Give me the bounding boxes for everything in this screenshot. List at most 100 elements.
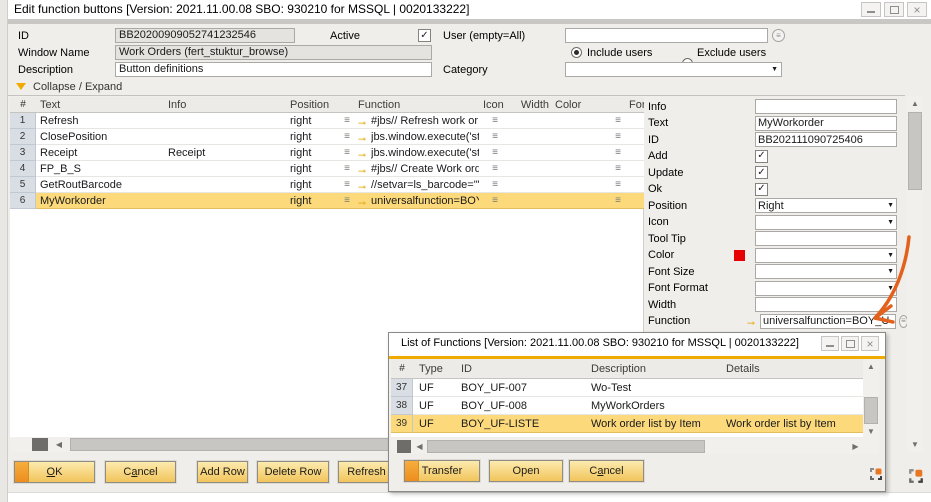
- cell-width[interactable]: [511, 129, 552, 145]
- minimize-button[interactable]: [861, 2, 881, 17]
- cell-text[interactable]: Receipt: [36, 145, 164, 161]
- color-dropdown[interactable]: ▼: [755, 248, 897, 263]
- link-arrow-icon[interactable]: →: [356, 195, 368, 207]
- cell-info[interactable]: [164, 129, 286, 145]
- color-swatch[interactable]: [734, 250, 745, 261]
- cell-color[interactable]: ≡: [552, 129, 627, 145]
- row-number[interactable]: 38: [391, 397, 413, 415]
- add-checkbox[interactable]: ✓: [755, 150, 768, 163]
- cell-info[interactable]: [164, 193, 286, 209]
- category-dropdown[interactable]: ▼: [565, 62, 782, 77]
- refresh-button[interactable]: Refresh: [338, 461, 395, 483]
- cell-position[interactable]: right≡: [286, 145, 354, 161]
- active-checkbox[interactable]: ✓: [418, 29, 431, 42]
- cell-color[interactable]: ≡: [552, 113, 627, 129]
- cell-function[interactable]: →#jbs// Create Work ord: [354, 161, 479, 177]
- update-checkbox[interactable]: ✓: [755, 166, 768, 179]
- grid-header-num[interactable]: #: [10, 97, 36, 112]
- popup-header-description[interactable]: Description: [589, 359, 724, 378]
- row-number[interactable]: 6: [10, 193, 36, 209]
- cell-details[interactable]: [724, 397, 863, 415]
- popup-row-39-selected[interactable]: 39 UF BOY_UF-LISTE Work order list by It…: [391, 415, 863, 433]
- popup-h-scrollbar[interactable]: ◀ ▶: [391, 439, 879, 454]
- popup-row-37[interactable]: 37 UF BOY_UF-007 Wo-Test: [391, 379, 863, 397]
- grid-header-text[interactable]: Text: [36, 97, 164, 112]
- cell-icon[interactable]: ≡: [479, 161, 511, 177]
- cell-id[interactable]: BOY_UF-007: [459, 379, 589, 397]
- panel-info-input[interactable]: [755, 99, 897, 114]
- popup-row-38[interactable]: 38 UF BOY_UF-008 MyWorkOrders: [391, 397, 863, 415]
- popup-minimize-button[interactable]: [821, 336, 839, 351]
- cell-text[interactable]: GetRoutBarcode: [36, 177, 164, 193]
- row-number[interactable]: 2: [10, 129, 36, 145]
- cell-color[interactable]: ≡: [552, 145, 627, 161]
- scroll-right-icon[interactable]: ▶: [849, 439, 862, 454]
- v-scrollbar-thumb[interactable]: [908, 112, 922, 190]
- cell-width[interactable]: [511, 145, 552, 161]
- grid-row-6-selected[interactable]: 6 MyWorkorder right≡ →universalfunction=…: [10, 193, 644, 209]
- link-arrow-icon[interactable]: →: [356, 147, 368, 159]
- row-number[interactable]: 37: [391, 379, 413, 397]
- delete-row-button[interactable]: Delete Row: [257, 461, 329, 483]
- scroll-up-icon[interactable]: ▲: [907, 96, 923, 111]
- link-arrow-icon[interactable]: →: [356, 115, 368, 127]
- cell-text[interactable]: Refresh: [36, 113, 164, 129]
- cell-font[interactable]: [627, 129, 644, 145]
- row-number[interactable]: 3: [10, 145, 36, 161]
- cell-color[interactable]: ≡: [552, 177, 627, 193]
- cell-details[interactable]: Work order list by Item: [724, 415, 863, 433]
- link-arrow-icon[interactable]: →: [356, 179, 368, 191]
- maximize-button[interactable]: [884, 2, 904, 17]
- cell-type[interactable]: UF: [413, 397, 459, 415]
- cell-color[interactable]: ≡: [552, 193, 627, 209]
- cell-info[interactable]: Receipt: [164, 145, 286, 161]
- grid-header-position[interactable]: Position: [286, 97, 354, 112]
- user-browse-button[interactable]: ≡: [772, 29, 785, 42]
- grid-header-font[interactable]: Fon: [627, 97, 644, 112]
- popup-close-button[interactable]: ×: [861, 336, 879, 351]
- position-dropdown[interactable]: Right▼: [755, 198, 897, 213]
- cell-function[interactable]: →universalfunction=BOY: [354, 193, 479, 209]
- tooltip-input[interactable]: [755, 231, 897, 246]
- popup-header-type[interactable]: Type: [413, 359, 459, 378]
- popup-v-scrollbar[interactable]: ▲ ▼: [863, 359, 879, 439]
- close-button[interactable]: ×: [907, 2, 927, 17]
- cell-icon[interactable]: ≡: [479, 193, 511, 209]
- add-row-button[interactable]: Add Row: [197, 461, 248, 483]
- h-scrollbar-thumb[interactable]: [427, 440, 705, 453]
- cell-function[interactable]: →jbs.window.execute('sta: [354, 129, 479, 145]
- cell-font[interactable]: [627, 177, 644, 193]
- link-arrow-icon[interactable]: →: [356, 163, 368, 175]
- scroll-down-icon[interactable]: ▼: [863, 424, 879, 439]
- cell-position[interactable]: right≡: [286, 177, 354, 193]
- cell-description[interactable]: Wo-Test: [589, 379, 724, 397]
- include-users-radio[interactable]: [571, 47, 582, 58]
- link-arrow-icon[interactable]: →: [356, 131, 368, 143]
- grid-row-3[interactable]: 3 Receipt Receipt right≡ →jbs.window.exe…: [10, 145, 644, 161]
- grid-header-icon[interactable]: Icon: [479, 97, 511, 112]
- ok-button[interactable]: OK: [14, 461, 95, 483]
- font-format-dropdown[interactable]: ▼: [755, 281, 897, 296]
- cell-position[interactable]: right≡: [286, 161, 354, 177]
- grid-row-2[interactable]: 2 ClosePosition right≡ →jbs.window.execu…: [10, 129, 644, 145]
- cell-text[interactable]: FP_B_S: [36, 161, 164, 177]
- cell-text[interactable]: MyWorkorder: [36, 193, 164, 209]
- cell-width[interactable]: [511, 193, 552, 209]
- row-number[interactable]: 4: [10, 161, 36, 177]
- open-button[interactable]: Open: [489, 460, 563, 482]
- collapse-expand-icon[interactable]: [16, 83, 26, 90]
- h-scrollbar-thumb[interactable]: [70, 438, 390, 451]
- grid-row-1[interactable]: 1 Refresh right≡ →#jbs// Refresh work or…: [10, 113, 644, 129]
- cell-width[interactable]: [511, 177, 552, 193]
- cell-position[interactable]: right≡: [286, 113, 354, 129]
- cancel-button[interactable]: Cancel: [105, 461, 176, 483]
- cell-width[interactable]: [511, 113, 552, 129]
- cell-icon[interactable]: ≡: [479, 177, 511, 193]
- cell-description[interactable]: Work order list by Item: [589, 415, 724, 433]
- ok-checkbox[interactable]: ✓: [755, 183, 768, 196]
- resize-grip-icon[interactable]: [908, 468, 924, 484]
- scroll-left-icon[interactable]: ◀: [52, 437, 66, 452]
- cell-info[interactable]: [164, 113, 286, 129]
- cell-color[interactable]: ≡: [552, 161, 627, 177]
- width-input[interactable]: [755, 297, 897, 312]
